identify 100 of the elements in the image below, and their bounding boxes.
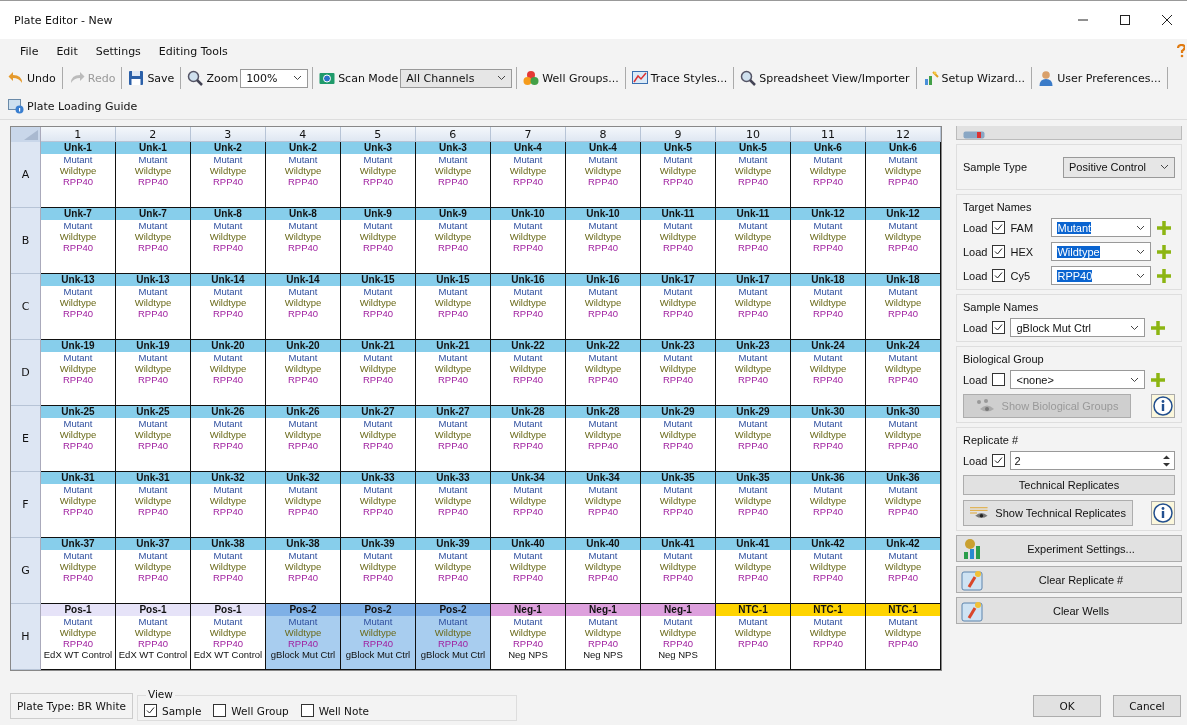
well-cell[interactable]: Unk-39 Mutant Wildtype RPP40 <box>341 538 416 604</box>
well-cell[interactable]: Unk-24 Mutant Wildtype RPP40 <box>866 340 941 406</box>
menu-item[interactable]: Edit <box>56 44 78 58</box>
well-cell[interactable]: Unk-36 Mutant Wildtype RPP40 <box>866 472 941 538</box>
column-header[interactable]: 5 <box>340 127 416 142</box>
well-cell[interactable]: Unk-6 Mutant Wildtype RPP40 <box>791 142 866 208</box>
well-cell[interactable]: Unk-32 Mutant Wildtype RPP40 <box>191 472 266 538</box>
toolbar-button[interactable]: User Preferences... <box>1036 68 1163 88</box>
well-cell[interactable]: Unk-29 Mutant Wildtype RPP40 <box>641 406 716 472</box>
well-cell[interactable]: Unk-39 Mutant Wildtype RPP40 <box>416 538 491 604</box>
column-header[interactable]: 10 <box>715 127 791 142</box>
well-cell[interactable]: Unk-30 Mutant Wildtype RPP40 <box>866 406 941 472</box>
well-cell[interactable]: Unk-37 Mutant Wildtype RPP40 <box>116 538 191 604</box>
checkbox[interactable] <box>992 373 1006 386</box>
well-cell[interactable]: Unk-2 Mutant Wildtype RPP40 <box>266 142 341 208</box>
column-header[interactable]: 4 <box>265 127 341 142</box>
column-header[interactable]: 11 <box>791 127 866 142</box>
action-button[interactable]: Clear Replicate # <box>956 566 1182 593</box>
well-cell[interactable]: Unk-12 Mutant Wildtype RPP40 <box>866 208 941 274</box>
well-cell[interactable]: Unk-41 Mutant Wildtype RPP40 <box>641 538 716 604</box>
target-dropdown[interactable]: Mutant <box>1051 218 1152 237</box>
well-cell[interactable]: Unk-38 Mutant Wildtype RPP40 <box>191 538 266 604</box>
well-cell[interactable]: Unk-21 Mutant Wildtype RPP40 <box>416 340 491 406</box>
toolbar-button[interactable]: Undo <box>6 68 58 88</box>
checkbox[interactable] <box>992 245 1006 258</box>
well-cell[interactable]: Pos-2 Mutant Wildtype RPP40 gBlock Mut Ctrl <box>266 604 341 670</box>
row-header[interactable]: B <box>11 208 41 274</box>
well-cell[interactable]: Unk-34 Mutant Wildtype RPP40 <box>566 472 641 538</box>
checkbox[interactable] <box>143 704 157 717</box>
well-cell[interactable]: NTC-1 Mutant Wildtype RPP40 <box>866 604 941 670</box>
well-cell[interactable]: Pos-1 Mutant Wildtype RPP40 EdX WT Control <box>191 604 266 670</box>
well-cell[interactable]: Unk-25 Mutant Wildtype RPP40 <box>116 406 191 472</box>
dropdown-field[interactable]: All Channels <box>400 68 513 88</box>
menu-item[interactable]: Settings <box>95 44 141 58</box>
checkbox[interactable] <box>992 321 1006 334</box>
well-cell[interactable]: Unk-41 Mutant Wildtype RPP40 <box>716 538 791 604</box>
help-icon[interactable] <box>1177 44 1185 58</box>
row-header[interactable]: E <box>11 406 41 472</box>
well-cell[interactable]: Unk-17 Mutant Wildtype RPP40 <box>716 274 791 340</box>
column-header[interactable]: 1 <box>40 127 116 142</box>
well-cell[interactable]: Unk-40 Mutant Wildtype RPP40 <box>491 538 566 604</box>
dropdown-field[interactable]: 100% <box>240 68 309 88</box>
technical-replicates-button[interactable]: Technical Replicates <box>963 475 1175 495</box>
checkbox[interactable] <box>992 269 1006 282</box>
well-cell[interactable]: Unk-20 Mutant Wildtype RPP40 <box>191 340 266 406</box>
row-header[interactable]: F <box>11 472 41 538</box>
menu-item[interactable]: File <box>20 44 39 58</box>
well-cell[interactable]: Unk-32 Mutant Wildtype RPP40 <box>266 472 341 538</box>
well-cell[interactable]: Unk-6 Mutant Wildtype RPP40 <box>866 142 941 208</box>
column-header[interactable]: 8 <box>565 127 641 142</box>
well-cell[interactable]: Unk-34 Mutant Wildtype RPP40 <box>491 472 566 538</box>
well-cell[interactable]: Unk-26 Mutant Wildtype RPP40 <box>266 406 341 472</box>
well-cell[interactable]: Unk-9 Mutant Wildtype RPP40 <box>341 208 416 274</box>
toolbar-button[interactable]: Save <box>126 68 177 88</box>
well-cell[interactable]: Unk-23 Mutant Wildtype RPP40 <box>641 340 716 406</box>
column-header[interactable]: 12 <box>866 127 942 142</box>
well-cell[interactable]: Unk-16 Mutant Wildtype RPP40 <box>491 274 566 340</box>
well-cell[interactable]: NTC-1 Mutant Wildtype RPP40 <box>791 604 866 670</box>
well-cell[interactable]: Unk-25 Mutant Wildtype RPP40 <box>41 406 116 472</box>
well-cell[interactable]: Unk-4 Mutant Wildtype RPP40 <box>491 142 566 208</box>
well-cell[interactable]: Unk-13 Mutant Wildtype RPP40 <box>41 274 116 340</box>
toolbar-button[interactable]: Scan Mode <box>317 68 401 88</box>
info-icon[interactable] <box>1151 501 1175 525</box>
row-header[interactable]: D <box>11 340 41 406</box>
replicate-spin-field[interactable]: 2 <box>1010 451 1175 470</box>
checkbox[interactable] <box>992 221 1006 234</box>
well-cell[interactable]: Unk-31 Mutant Wildtype RPP40 <box>116 472 191 538</box>
well-cell[interactable]: Unk-21 Mutant Wildtype RPP40 <box>341 340 416 406</box>
well-cell[interactable]: Unk-19 Mutant Wildtype RPP40 <box>41 340 116 406</box>
well-cell[interactable]: Unk-31 Mutant Wildtype RPP40 <box>41 472 116 538</box>
well-cell[interactable]: Unk-8 Mutant Wildtype RPP40 <box>266 208 341 274</box>
checkbox[interactable] <box>992 454 1006 467</box>
well-cell[interactable]: Unk-33 Mutant Wildtype RPP40 <box>416 472 491 538</box>
well-cell[interactable]: Unk-14 Mutant Wildtype RPP40 <box>266 274 341 340</box>
well-cell[interactable]: Neg-1 Mutant Wildtype RPP40 Neg NPS <box>566 604 641 670</box>
toolbar-button[interactable]: Zoom <box>185 68 241 88</box>
row-header[interactable]: G <box>11 538 41 604</box>
checkbox[interactable] <box>300 704 314 717</box>
well-cell[interactable]: Unk-27 Mutant Wildtype RPP40 <box>416 406 491 472</box>
well-cell[interactable]: Unk-8 Mutant Wildtype RPP40 <box>191 208 266 274</box>
column-header[interactable]: 7 <box>490 127 566 142</box>
well-cell[interactable]: Unk-38 Mutant Wildtype RPP40 <box>266 538 341 604</box>
well-cell[interactable]: Neg-1 Mutant Wildtype RPP40 Neg NPS <box>491 604 566 670</box>
well-cell[interactable]: Unk-18 Mutant Wildtype RPP40 <box>791 274 866 340</box>
well-cell[interactable]: Pos-1 Mutant Wildtype RPP40 EdX WT Control <box>41 604 116 670</box>
well-cell[interactable]: Unk-15 Mutant Wildtype RPP40 <box>416 274 491 340</box>
well-cell[interactable]: Unk-7 Mutant Wildtype RPP40 <box>41 208 116 274</box>
well-cell[interactable]: Unk-2 Mutant Wildtype RPP40 <box>191 142 266 208</box>
well-cell[interactable]: Unk-35 Mutant Wildtype RPP40 <box>716 472 791 538</box>
well-cell[interactable]: Unk-26 Mutant Wildtype RPP40 <box>191 406 266 472</box>
row-header[interactable]: H <box>11 604 41 670</box>
toolbar-button[interactable]: Well Groups... <box>521 68 621 88</box>
toolbar-button[interactable]: Setup Wizard... <box>920 68 1028 88</box>
sample-name-dropdown[interactable]: gBlock Mut Ctrl <box>1010 318 1146 337</box>
well-cell[interactable]: Unk-42 Mutant Wildtype RPP40 <box>791 538 866 604</box>
well-cell[interactable]: Unk-22 Mutant Wildtype RPP40 <box>566 340 641 406</box>
well-cell[interactable]: Unk-42 Mutant Wildtype RPP40 <box>866 538 941 604</box>
column-header[interactable]: 2 <box>115 127 191 142</box>
row-header[interactable]: A <box>11 142 41 208</box>
well-cell[interactable]: Pos-1 Mutant Wildtype RPP40 EdX WT Control <box>116 604 191 670</box>
